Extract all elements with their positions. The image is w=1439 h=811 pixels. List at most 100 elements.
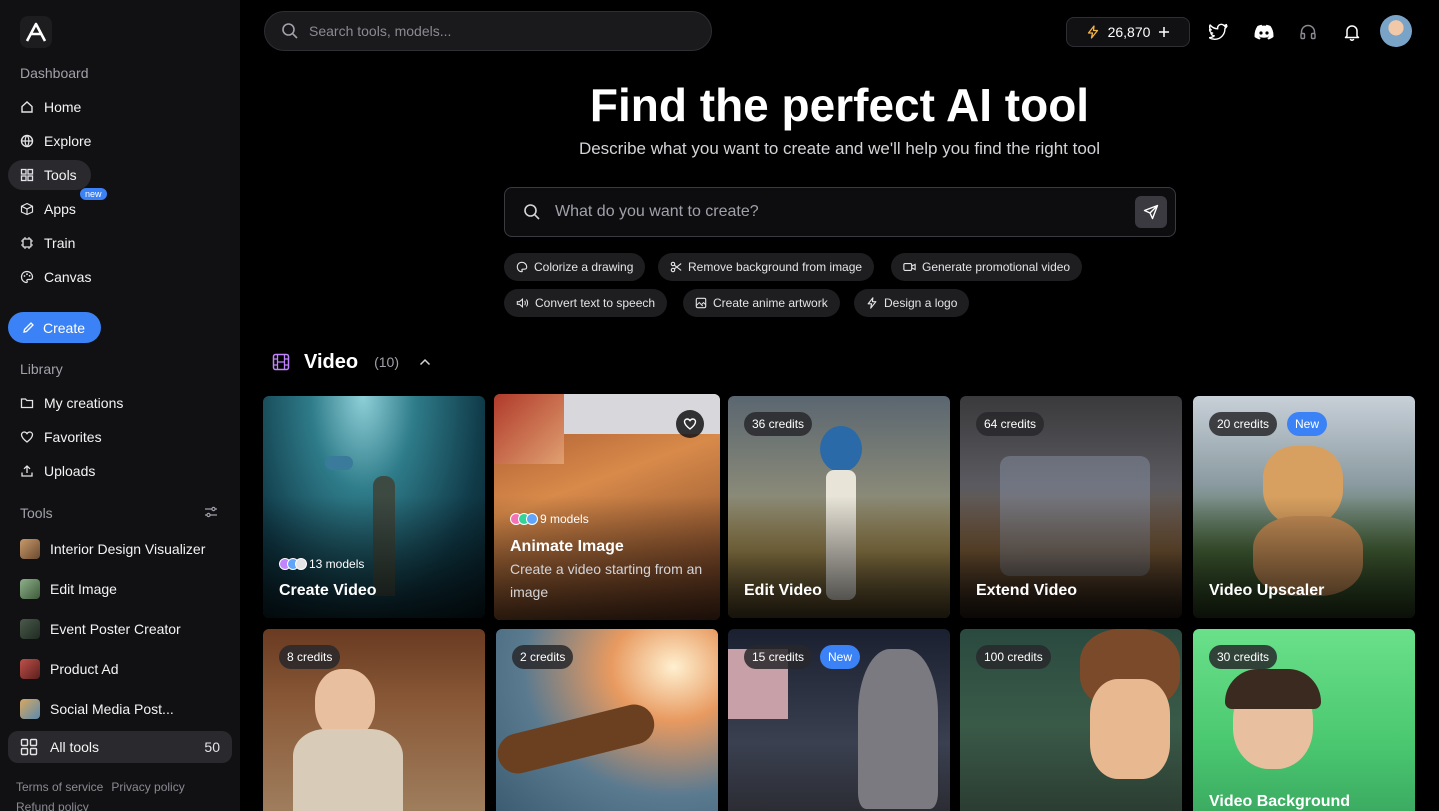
create-label: Create (43, 319, 86, 336)
sidebar-item-label: Tools (44, 167, 77, 183)
plus-icon[interactable] (1158, 26, 1170, 38)
create-button[interactable]: Create (8, 312, 101, 343)
sidebar-item-label: Uploads (44, 463, 96, 479)
sidebar-item-train[interactable]: Train (8, 228, 232, 258)
credits-balance[interactable]: 26,870 (1066, 17, 1190, 47)
sidebar-item-tools[interactable]: Tools (8, 160, 91, 190)
sidebar-item-home[interactable]: Home (8, 92, 232, 122)
heart-icon (683, 418, 697, 430)
chip-label: Colorize a drawing (534, 260, 634, 274)
tool-finder-search[interactable] (504, 187, 1176, 237)
sidebar-item-favorites[interactable]: Favorites (8, 422, 232, 452)
chevron-up-icon[interactable] (419, 358, 431, 366)
tool-card-video-upscaler[interactable]: 20 credits New Video Upscaler (1193, 396, 1415, 618)
tool-card-extend-video[interactable]: 64 credits Extend Video (960, 396, 1182, 618)
card-scene-shape (1090, 679, 1170, 779)
tool-label: Event Poster Creator (50, 621, 181, 637)
suggestion-chip-remove-background[interactable]: Remove background from image (658, 253, 875, 281)
section-count: (10) (374, 354, 399, 370)
film-icon (272, 353, 290, 371)
library-section-label: Library (20, 361, 63, 377)
credits-badge: 8 credits (279, 645, 341, 669)
sidebar-item-apps[interactable]: Apps new (8, 188, 232, 224)
footer-links: Terms of service Privacy policy Refund po… (16, 780, 193, 811)
bolt-icon (867, 297, 877, 309)
suggestion-chip-colorize[interactable]: Colorize a drawing (504, 253, 646, 281)
suggestion-chip-anime-artwork[interactable]: Create anime artwork (683, 289, 840, 317)
sidebar-all-tools[interactable]: All tools 50 (8, 731, 232, 763)
credits-badge: 100 credits (976, 645, 1051, 669)
sidebar-item-my-creations[interactable]: My creations (8, 388, 232, 418)
card-scene-shape (496, 700, 659, 778)
sidebar-item-explore[interactable]: Explore (8, 126, 232, 156)
sidebar-item-label: Train (44, 235, 76, 251)
tool-card-create-video[interactable]: 13 models Create Video (263, 396, 485, 618)
tool-card-2-credits[interactable]: 2 credits (496, 629, 718, 811)
sidebar-tool-interior-design[interactable]: Interior Design Visualizer (8, 533, 232, 565)
tool-card-8-credits[interactable]: 8 credits (263, 629, 485, 811)
card-title: Extend Video (976, 582, 1078, 599)
suggestion-chip-text-to-speech[interactable]: Convert text to speech (504, 289, 668, 317)
top-search-bar[interactable] (264, 11, 712, 51)
credits-badge: 15 credits (744, 645, 813, 669)
all-tools-count: 50 (204, 739, 220, 755)
sidebar-item-uploads[interactable]: Uploads (8, 456, 232, 486)
models-count: 13 models (279, 557, 364, 571)
search-icon (524, 204, 540, 220)
headphones-icon[interactable] (1297, 21, 1319, 43)
all-tools-label: All tools (50, 739, 100, 755)
chip-label: Design a logo (884, 296, 958, 310)
palette-icon (20, 270, 34, 284)
tool-label: Product Ad (50, 661, 119, 677)
dashboard-section-label: Dashboard (20, 65, 89, 81)
suggestion-chip-promo-video[interactable]: Generate promotional video (891, 253, 1083, 281)
tool-card-video-background[interactable]: 30 credits Video Background (1193, 629, 1415, 811)
privacy-link[interactable]: Privacy policy (111, 780, 184, 794)
user-avatar[interactable] (1380, 15, 1412, 47)
grid-icon (20, 738, 38, 756)
credits-value: 26,870 (1107, 24, 1151, 40)
sidebar-tool-edit-image[interactable]: Edit Image (8, 573, 232, 605)
credits-badge: 2 credits (512, 645, 574, 669)
suggestion-chip-design-logo[interactable]: Design a logo (854, 289, 970, 317)
sidebar-item-canvas[interactable]: Canvas (8, 262, 232, 292)
globe-icon (20, 134, 34, 148)
card-scene-shape (858, 649, 938, 809)
bell-icon[interactable] (1341, 21, 1363, 43)
top-search-input[interactable] (309, 23, 689, 39)
favorite-button[interactable] (676, 410, 704, 438)
tool-card-edit-video[interactable]: 36 credits Edit Video (728, 396, 950, 618)
card-description: Create a video starting from an image (510, 561, 703, 600)
sidebar-tool-product-ad[interactable]: Product Ad (8, 653, 232, 685)
section-title: Video (304, 350, 359, 373)
folder-icon (20, 396, 34, 410)
twitter-icon[interactable] (1208, 21, 1230, 43)
tool-label: Edit Image (50, 581, 117, 597)
sidebar-tool-event-poster[interactable]: Event Poster Creator (8, 613, 232, 645)
tool-card-100-credits[interactable]: 100 credits (960, 629, 1182, 811)
send-button[interactable] (1135, 196, 1167, 228)
chip-label: Generate promotional video (922, 260, 1071, 274)
send-icon (1143, 204, 1159, 220)
sidebar-tool-social-media-post[interactable]: Social Media Post... (8, 693, 232, 725)
terms-link[interactable]: Terms of service (16, 780, 103, 794)
card-title: Video Background (1209, 793, 1351, 810)
logo-icon (25, 22, 47, 42)
discord-icon[interactable] (1253, 21, 1275, 43)
app-logo[interactable] (20, 16, 52, 48)
tool-thumbnail (20, 699, 40, 719)
tool-card-animate-image[interactable]: 9 models Animate Image Create a video st… (494, 394, 720, 620)
credits-badge: 36 credits (744, 412, 813, 436)
chip-label: Convert text to speech (535, 296, 656, 310)
speaker-icon (516, 297, 529, 309)
heart-icon (20, 430, 34, 444)
refund-link[interactable]: Refund policy (16, 800, 185, 811)
box-icon (20, 202, 34, 216)
home-icon (20, 100, 34, 114)
settings-sliders-icon[interactable] (204, 505, 218, 524)
tool-card-15-credits[interactable]: 15 credits New (728, 629, 950, 811)
search-icon (282, 23, 298, 39)
tool-finder-input[interactable] (555, 203, 1115, 221)
image-icon (695, 297, 707, 309)
credits-badge: 20 credits (1209, 412, 1278, 436)
